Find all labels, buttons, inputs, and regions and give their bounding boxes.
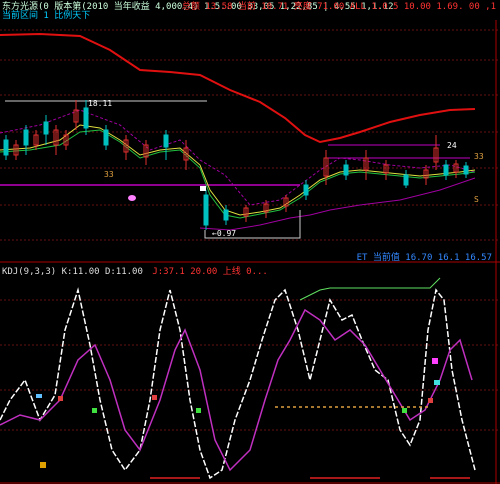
indicator-left: KDJ(9,3,3) K:11.00 D:11.00 [2, 267, 143, 277]
indicator-right: J:37.1 20.00 上线 0... [152, 267, 268, 277]
red-ma-line [0, 32, 476, 144]
signal-marker [128, 195, 136, 201]
right-top-label: 33 [474, 152, 484, 161]
green-top-line [299, 277, 441, 301]
stock-chart-canvas[interactable] [0, 0, 500, 484]
signal-marker-white [200, 186, 206, 191]
right-mid-label: 24 [447, 141, 457, 150]
white-j-line [0, 287, 476, 480]
title-bar: 东方光源(0 版本第(2010 当年收益 4,000,4) 1.5..00 33… [0, 0, 500, 20]
price-info-readout: ET 当前值 16.70 16.1 16.57 [356, 253, 492, 263]
purple-channel-lower [199, 177, 476, 231]
status-text: 当前区间 1 比例天下 [2, 11, 91, 20]
high-price-label: 18.11 [88, 99, 113, 108]
mid-left-label: 33 [104, 170, 114, 179]
yellow-ma-line [0, 124, 476, 216]
low-price-label: ←0.97 [212, 229, 237, 238]
header-right-info: 总额 13.58 当前 10.71 亮度 71.00 ALL 1.0.5 10.… [181, 2, 496, 12]
right-small-label: S [474, 195, 479, 204]
indicator-bar: KDJ(9,3,3) K:11.00 D:11.00 J:37.1 20.00 … [2, 264, 268, 277]
